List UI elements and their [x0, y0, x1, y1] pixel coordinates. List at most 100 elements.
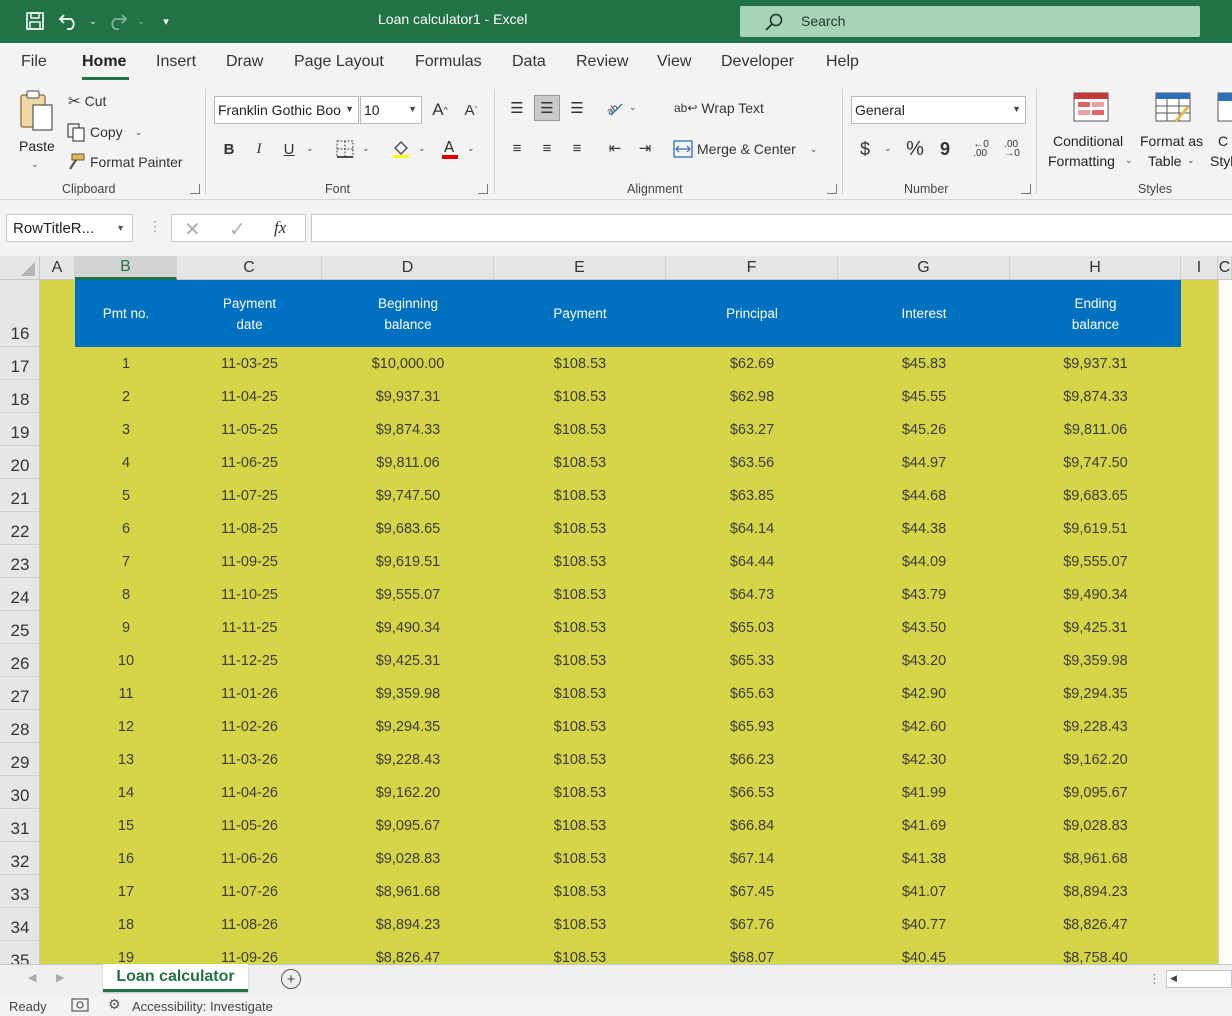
cell-beginning-balance[interactable]: $9,294.35	[322, 710, 494, 743]
tab-file[interactable]: File	[21, 53, 47, 71]
underline-button[interactable]: U	[276, 136, 302, 162]
cell-interest[interactable]: $43.20	[838, 644, 1010, 677]
row-header[interactable]: 23	[0, 545, 39, 578]
cell-principal[interactable]: $65.03	[666, 611, 838, 644]
orientation-button[interactable]: ab	[602, 95, 628, 121]
cell-interest[interactable]: $45.83	[838, 347, 1010, 380]
search-box[interactable]: Search	[740, 6, 1200, 37]
cell-interest[interactable]: $41.69	[838, 809, 1010, 842]
cell-payment-date[interactable]: 11-08-25	[177, 512, 322, 545]
undo-dropdown-icon[interactable]: ⌄	[82, 10, 104, 32]
cell-payment[interactable]: $108.53	[494, 512, 666, 545]
cell-ending-balance[interactable]: $8,826.47	[1010, 908, 1181, 941]
cell-interest[interactable]: $44.97	[838, 446, 1010, 479]
cell-beginning-balance[interactable]: $8,961.68	[322, 875, 494, 908]
tab-split-grip-icon[interactable]: ⋮	[1148, 971, 1161, 987]
number-dialog-launcher[interactable]	[1021, 184, 1031, 194]
cell-payment-date[interactable]: 11-11-25	[177, 611, 322, 644]
cell-payment[interactable]: $108.53	[494, 611, 666, 644]
tab-insert[interactable]: Insert	[156, 53, 196, 71]
percent-button[interactable]: %	[902, 136, 928, 162]
cancel-icon[interactable]: ✕	[184, 217, 201, 242]
row-header[interactable]: 24	[0, 578, 39, 611]
cell-payment[interactable]: $108.53	[494, 644, 666, 677]
clipboard-dialog-launcher[interactable]	[190, 184, 200, 194]
scroll-sheets-left-icon[interactable]: ◀	[28, 971, 36, 984]
cell-principal[interactable]: $65.93	[666, 710, 838, 743]
tab-view[interactable]: View	[657, 53, 691, 71]
cell-payment[interactable]: $108.53	[494, 710, 666, 743]
cell-beginning-balance[interactable]: $9,811.06	[322, 446, 494, 479]
cell-pmt-no[interactable]: 7	[75, 545, 177, 578]
cell-payment[interactable]: $108.53	[494, 908, 666, 941]
cell-payment-date[interactable]: 11-04-26	[177, 776, 322, 809]
cell-principal[interactable]: $62.98	[666, 380, 838, 413]
cell-payment[interactable]: $108.53	[494, 446, 666, 479]
select-all-button[interactable]	[0, 256, 40, 280]
cell-beginning-balance[interactable]: $9,683.65	[322, 512, 494, 545]
cell-payment[interactable]: $108.53	[494, 776, 666, 809]
cell-pmt-no[interactable]: 10	[75, 644, 177, 677]
cell-beginning-balance[interactable]: $8,894.23	[322, 908, 494, 941]
cell-payment-date[interactable]: 11-12-25	[177, 644, 322, 677]
cell-payment[interactable]: $108.53	[494, 479, 666, 512]
increase-indent-button[interactable]: ⇥	[632, 135, 658, 161]
top-align-button[interactable]: ☰	[504, 95, 530, 121]
cell-pmt-no[interactable]: 8	[75, 578, 177, 611]
cell-styles-button[interactable]: C Styl	[1210, 91, 1232, 171]
cell-payment[interactable]: $108.53	[494, 380, 666, 413]
cell-principal[interactable]: $65.63	[666, 677, 838, 710]
cell-interest[interactable]: $43.50	[838, 611, 1010, 644]
column-header-i[interactable]: I	[1181, 256, 1218, 280]
tab-review[interactable]: Review	[576, 53, 628, 71]
bottom-align-button[interactable]: ☰	[564, 95, 590, 121]
increase-font-size-button[interactable]: A ^	[427, 97, 453, 123]
merge-dropdown-icon[interactable]: ⌄	[810, 144, 818, 155]
column-header-e[interactable]: E	[494, 256, 666, 280]
underline-dropdown-icon[interactable]: ⌄	[306, 143, 314, 154]
cell-payment[interactable]: $108.53	[494, 413, 666, 446]
cell-ending-balance[interactable]: $9,619.51	[1010, 512, 1181, 545]
row-header[interactable]: 20	[0, 446, 39, 479]
customize-toolbar-icon[interactable]: ▾	[155, 10, 177, 32]
cell-interest[interactable]: $42.60	[838, 710, 1010, 743]
row-header[interactable]: 32	[0, 842, 39, 875]
cell-payment-date[interactable]: 11-02-26	[177, 710, 322, 743]
horizontal-scrollbar[interactable]: ◀	[1166, 970, 1232, 988]
cell-payment[interactable]: $108.53	[494, 347, 666, 380]
scroll-sheets-right-icon[interactable]: ▶	[56, 971, 64, 984]
row-header[interactable]: 30	[0, 776, 39, 809]
header-interest[interactable]: Interest	[838, 280, 1010, 347]
format-painter-button[interactable]: Format Painter	[66, 152, 183, 172]
cell-pmt-no[interactable]: 12	[75, 710, 177, 743]
cell-pmt-no[interactable]: 6	[75, 512, 177, 545]
cell-pmt-no[interactable]: 11	[75, 677, 177, 710]
column-header-c[interactable]: C	[177, 256, 322, 280]
cell-payment-date[interactable]: 11-03-25	[177, 347, 322, 380]
cell-beginning-balance[interactable]: $9,095.67	[322, 809, 494, 842]
align-left-button[interactable]: ≡	[504, 135, 530, 161]
paste-button[interactable]: Paste ⌄	[14, 89, 58, 169]
cell-payment-date[interactable]: 11-03-26	[177, 743, 322, 776]
fill-color-button[interactable]	[388, 136, 414, 162]
cell-payment-date[interactable]: 11-04-25	[177, 380, 322, 413]
header-ending-balance[interactable]: Ending balance	[1010, 280, 1181, 347]
cell-interest[interactable]: $43.79	[838, 578, 1010, 611]
increase-decimal-button[interactable]: ←0.00	[968, 136, 994, 162]
cell-pmt-no[interactable]: 5	[75, 479, 177, 512]
cell-ending-balance[interactable]: $9,359.98	[1010, 644, 1181, 677]
merge-center-button[interactable]: Merge & Center ⌄	[673, 140, 817, 158]
cell-beginning-balance[interactable]: $9,937.31	[322, 380, 494, 413]
align-center-button[interactable]: ≡	[534, 135, 560, 161]
cell-principal[interactable]: $63.56	[666, 446, 838, 479]
row-header[interactable]: 21	[0, 479, 39, 512]
cell-principal[interactable]: $67.14	[666, 842, 838, 875]
cell-payment-date[interactable]: 11-07-26	[177, 875, 322, 908]
row-header[interactable]: 33	[0, 875, 39, 908]
conditional-formatting-button[interactable]: Conditional Formatting ⌄	[1046, 91, 1136, 171]
row-header[interactable]: 31	[0, 809, 39, 842]
fill-color-dropdown-icon[interactable]: ⌄	[418, 143, 426, 154]
add-sheet-button[interactable]: +	[281, 969, 301, 989]
cell-pmt-no[interactable]: 16	[75, 842, 177, 875]
bold-button[interactable]: B	[216, 136, 242, 162]
